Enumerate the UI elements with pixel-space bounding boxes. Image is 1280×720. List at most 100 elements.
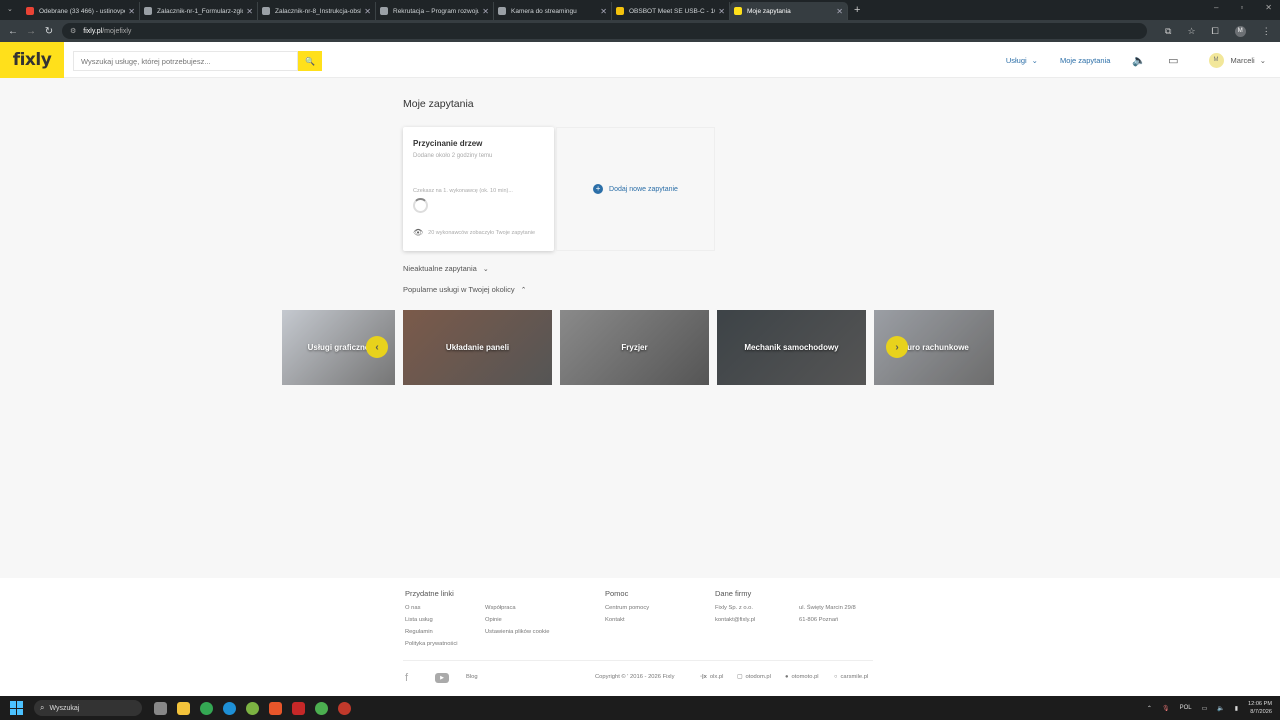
service-tile-hairdresser[interactable]: Fryzjer	[560, 310, 709, 385]
close-tab-icon[interactable]: ✕	[836, 7, 843, 16]
file-explorer-icon[interactable]	[177, 701, 190, 715]
taskbar-search[interactable]: ⌕ Wyszukaj	[34, 700, 142, 716]
browser-tab[interactable]: Moje zapytania ✕	[730, 2, 848, 20]
search-button[interactable]: 🔍	[298, 51, 322, 71]
close-window-icon[interactable]: ✕	[1265, 3, 1272, 12]
browser-tab[interactable]: OBSBOT Meet SE USB-C - 1080✕	[612, 2, 730, 20]
app-icon[interactable]	[338, 701, 351, 715]
browser-toolbar: ← → ↻ ⚙ fixly.pl/mojefixly ⧉ ☆ ⧠ M ⋮	[0, 20, 1280, 42]
tray-chevron-icon[interactable]: ⌃	[1147, 705, 1152, 712]
service-label: Układanie paneli	[445, 343, 510, 352]
close-tab-icon[interactable]: ✕	[482, 7, 489, 16]
address-bar[interactable]: ⚙ fixly.pl/mojefixly	[62, 23, 1147, 39]
browser-tab[interactable]: Rekrutacja – Program rozwoju ✕	[376, 2, 494, 20]
close-tab-icon[interactable]: ✕	[364, 7, 371, 16]
footer-link[interactable]: O nas	[405, 605, 420, 611]
browser-tab[interactable]: Kamera do streamingu ✕	[494, 2, 612, 20]
carousel-prev-button[interactable]: ‹	[366, 336, 388, 358]
footer-link[interactable]: Lista usług	[405, 617, 433, 623]
user-avatar: M	[1208, 52, 1224, 68]
inactive-requests-toggle[interactable]: Nieaktualne zapytania ⌄	[403, 264, 489, 273]
minimize-icon[interactable]: –	[1214, 3, 1218, 12]
chevron-left-icon: ‹	[375, 341, 379, 353]
battery-icon[interactable]: ▮	[1235, 705, 1238, 712]
partner-otomoto-link[interactable]: ● otomoto.pl	[785, 674, 819, 680]
facebook-icon[interactable]: f	[405, 672, 408, 684]
tab-search-icon[interactable]: ⌄	[7, 5, 13, 13]
windows-taskbar: ⌕ Wyszukaj ⌃ 🎙 POL ▭ 🔈 ▮ 12:06 PM 8/7/202…	[0, 696, 1280, 720]
close-tab-icon[interactable]: ✕	[246, 7, 253, 16]
brave-icon[interactable]	[269, 701, 282, 715]
site-info-icon[interactable]: ⚙	[70, 27, 76, 35]
new-tab-button[interactable]: +	[854, 4, 860, 16]
extensions-icon[interactable]: ⧠	[1212, 26, 1219, 37]
globe-icon	[380, 7, 388, 15]
company-email-link[interactable]: kontakt@fixly.pl	[715, 617, 755, 623]
fixly-icon	[734, 7, 742, 15]
bookmark-star-icon[interactable]: ☆	[1187, 26, 1195, 37]
request-views: 👁 20 wykonawców zobaczyło Twoje zapytanie	[413, 228, 535, 237]
services-menu[interactable]: Usługi ⌄	[1006, 56, 1038, 65]
chrome-icon[interactable]	[200, 701, 213, 715]
menu-kebab-icon[interactable]: ⋮	[1262, 26, 1271, 37]
request-card[interactable]: Przycinanie drzew Dodane około 2 godziny…	[403, 127, 554, 251]
microphone-icon[interactable]: 🎙	[1162, 705, 1170, 712]
browser-tab[interactable]: Odebrane (33 466) - ustinovpe ✕	[22, 2, 140, 20]
browser-tab[interactable]: Zalacznik-nr-1_Formularz-zglo ✕	[140, 2, 258, 20]
add-request-button[interactable]: + Dodaj nowe zapytanie	[556, 127, 715, 251]
carsmile-logo-icon: ○	[834, 674, 838, 680]
close-tab-icon[interactable]: ✕	[128, 7, 135, 16]
language-indicator[interactable]: POL	[1180, 705, 1192, 711]
footer-link[interactable]: Centrum pomocy	[605, 605, 649, 611]
tab-title: Zalacznik-nr-1_Formularz-zglo	[157, 7, 244, 15]
forward-icon[interactable]: →	[26, 26, 36, 37]
app-icon[interactable]	[246, 701, 259, 715]
document-icon	[262, 7, 270, 15]
partner-olx-link[interactable]: ◦|x olx.pl	[700, 674, 723, 680]
footer-link[interactable]: Opinie	[485, 617, 502, 623]
service-search-input[interactable]	[73, 51, 298, 71]
browser-tab[interactable]: Zalacznik-nr-8_Instrukcja-obsl ✕	[258, 2, 376, 20]
close-tab-icon[interactable]: ✕	[600, 7, 607, 16]
youtube-icon[interactable]: ▶	[435, 673, 449, 683]
olx-logo-icon: ◦|x	[700, 674, 707, 680]
header-nav: Usługi ⌄ Moje zapytania 🔈 ▭ M Marceli ⌄	[984, 42, 1266, 78]
service-tile-mechanic[interactable]: Mechanik samochodowy	[717, 310, 866, 385]
otomoto-logo-icon: ●	[785, 674, 789, 680]
fixly-logo[interactable]: fixly	[0, 42, 64, 78]
footer-link[interactable]: Polityka prywatności	[405, 641, 458, 647]
clock-time: 12:06 PM	[1248, 701, 1272, 707]
footer-link[interactable]: Kontakt	[605, 617, 625, 623]
chrome-icon[interactable]	[315, 701, 328, 715]
carousel-next-button[interactable]: ›	[886, 336, 908, 358]
windows-start-icon[interactable]	[10, 701, 24, 715]
maximize-icon[interactable]: ▫	[1240, 3, 1243, 12]
my-requests-link[interactable]: Moje zapytania	[1060, 56, 1110, 65]
cast-icon[interactable]: ⧉	[1165, 26, 1171, 37]
network-icon[interactable]: ▭	[1202, 705, 1208, 712]
popular-services-toggle[interactable]: Popularne usługi w Twojej okolicy ⌃	[403, 285, 526, 294]
url-path: /mojefixly	[102, 27, 132, 35]
chevron-down-icon: ⌄	[1259, 55, 1266, 65]
partner-otodom-link[interactable]: ▢ otodom.pl	[737, 674, 771, 680]
blog-link[interactable]: Blog	[466, 674, 478, 680]
messages-icon[interactable]: ▭	[1168, 54, 1178, 67]
clock[interactable]: 12:06 PM 8/7/2026	[1248, 700, 1272, 716]
gmail-icon	[26, 7, 34, 15]
volume-icon[interactable]: 🔈	[1217, 705, 1224, 712]
app-icon[interactable]	[292, 701, 305, 715]
close-tab-icon[interactable]: ✕	[718, 7, 725, 16]
back-icon[interactable]: ←	[8, 26, 18, 37]
edge-icon[interactable]	[223, 701, 236, 715]
service-tile-panels[interactable]: Układanie paneli	[403, 310, 552, 385]
speaker-icon[interactable]: 🔈	[1132, 54, 1146, 67]
task-view-icon[interactable]	[154, 701, 167, 715]
user-menu[interactable]: M Marceli ⌄	[1208, 52, 1266, 68]
footer-link[interactable]: Regulamin	[405, 629, 433, 635]
partner-carsmile-link[interactable]: ○ carsmile.pl	[834, 674, 868, 680]
footer-link[interactable]: Współpraca	[485, 605, 516, 611]
tab-title: OBSBOT Meet SE USB-C - 1080	[629, 7, 715, 15]
footer-link[interactable]: Ustawienia plików cookie	[485, 629, 549, 635]
profile-avatar[interactable]: M	[1234, 25, 1246, 37]
reload-icon[interactable]: ↻	[44, 26, 54, 37]
